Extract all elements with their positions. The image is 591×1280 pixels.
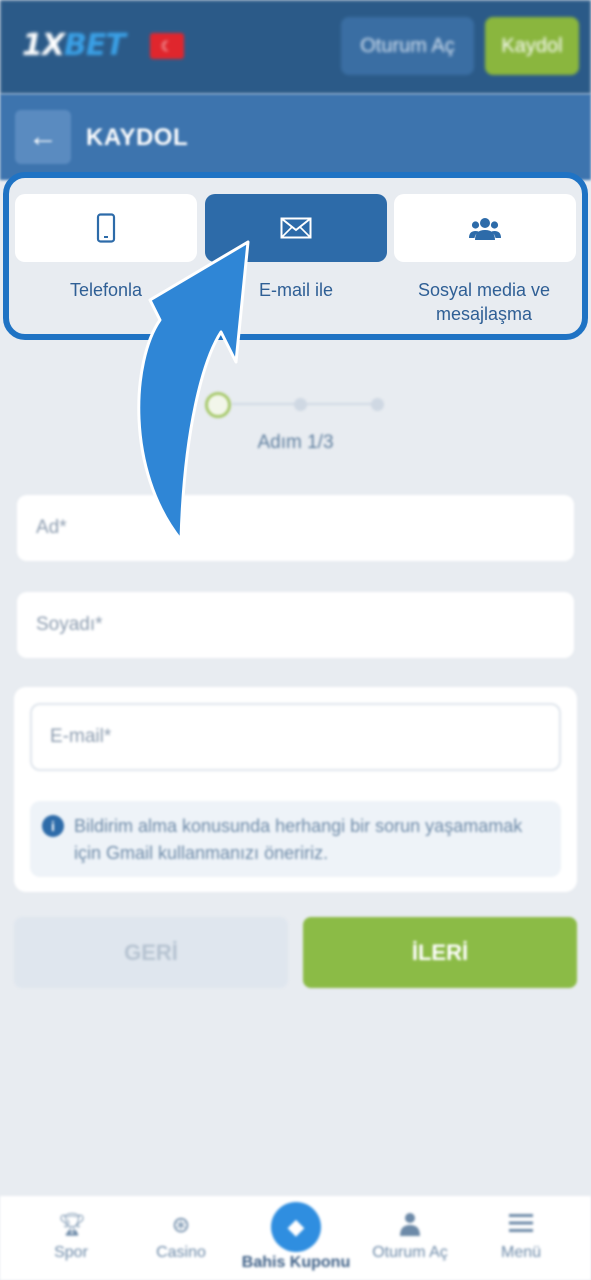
step-dot xyxy=(371,398,384,411)
nav-item-menu[interactable]: Menü xyxy=(462,1196,580,1280)
tab-email-label[interactable]: E-mail ile xyxy=(201,278,391,302)
bottom-navigation: 🏆︎ Spor ⊛ Casino ◆ Bahis Kuponu Oturum A… xyxy=(0,1196,591,1280)
registration-method-tabs: Telefonla E-mail ile Sosyal media ve mes… xyxy=(3,172,588,340)
email-card: E-mail* i Bildirim alma konusunda herhan… xyxy=(14,687,577,892)
ticket-icon: ◆ xyxy=(271,1202,321,1252)
back-button[interactable]: GERİ xyxy=(14,917,288,988)
brand-logo[interactable]: 1XBET xyxy=(22,28,126,63)
hint-text: Bildirim alma konusunda herhangi bir sor… xyxy=(74,816,523,863)
casino-chip-icon: ⊛ xyxy=(171,1212,191,1237)
login-button[interactable]: Oturum Aç xyxy=(341,17,474,75)
step-indicator: Adım 1/3 xyxy=(0,340,591,460)
step-dot-current xyxy=(205,392,231,418)
nav-label: Bahis Kuponu xyxy=(241,1254,351,1271)
top-header: 1XBET ☾ Oturum Aç Kaydol xyxy=(0,0,591,94)
nav-item-login[interactable]: Oturum Aç xyxy=(351,1196,469,1280)
nav-item-bet-slip[interactable]: ◆ Bahis Kuponu xyxy=(237,1196,355,1280)
menu-icon xyxy=(508,1212,534,1238)
envelope-icon xyxy=(280,217,312,239)
arrow-left-icon: ← xyxy=(28,120,58,153)
users-group-icon xyxy=(469,218,501,240)
nav-label: Spor xyxy=(54,1244,88,1261)
surname-input[interactable]: Soyadı* xyxy=(17,592,574,658)
phone-icon xyxy=(96,213,116,243)
tab-email[interactable] xyxy=(205,194,387,262)
nav-label: Oturum Aç xyxy=(372,1244,448,1261)
flag-turkey-icon[interactable]: ☾ xyxy=(150,33,184,59)
back-arrow-button[interactable]: ← xyxy=(15,110,71,164)
next-button[interactable]: İLERİ xyxy=(303,917,577,988)
title-bar: ← KAYDOL xyxy=(0,94,591,180)
first-name-input[interactable]: Ad* xyxy=(17,495,574,561)
tab-phone[interactable] xyxy=(15,194,197,262)
trophy-icon: 🏆︎ xyxy=(58,1212,86,1237)
nav-label: Menü xyxy=(500,1244,542,1261)
user-icon xyxy=(397,1212,423,1238)
register-button[interactable]: Kaydol xyxy=(485,17,579,75)
info-icon: i xyxy=(42,815,64,837)
step-dot xyxy=(294,398,307,411)
nav-item-casino[interactable]: ⊛ Casino xyxy=(122,1196,240,1280)
nav-label: Casino xyxy=(156,1244,206,1261)
step-counter: Adım 1/3 xyxy=(257,432,334,453)
page-title: KAYDOL xyxy=(86,124,189,151)
email-input[interactable]: E-mail* xyxy=(30,703,561,771)
gmail-hint: i Bildirim alma konusunda herhangi bir s… xyxy=(30,801,561,877)
tab-phone-label[interactable]: Telefonla xyxy=(11,278,201,302)
tab-social-media[interactable] xyxy=(394,194,576,262)
registration-form: Adım 1/3 Ad* Soyadı* E-mail* i Bildirim … xyxy=(0,340,591,1200)
tab-social-label[interactable]: Sosyal media ve mesajlaşma programları xyxy=(389,278,579,330)
nav-item-sports[interactable]: 🏆︎ Spor xyxy=(12,1196,130,1280)
